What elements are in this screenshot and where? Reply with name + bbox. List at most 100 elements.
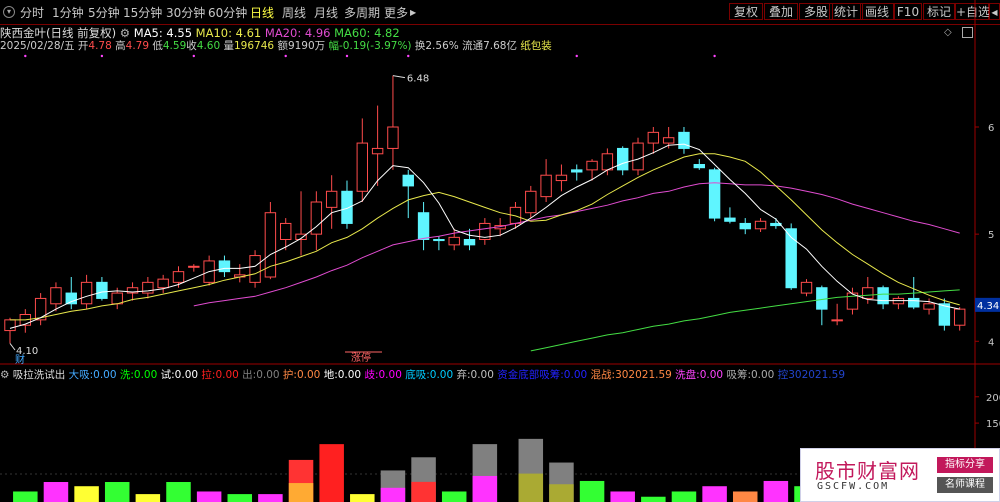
signal-dot: [345, 54, 349, 58]
candle-body[interactable]: [816, 287, 828, 310]
candle-body[interactable]: [371, 147, 384, 155]
candle-body[interactable]: [908, 297, 920, 308]
candle-body[interactable]: [708, 169, 721, 219]
candle-body[interactable]: [249, 255, 261, 283]
indicator-bar: [763, 480, 789, 502]
y-tick-label: 6: [988, 123, 994, 134]
indicator-item: 吸筹:0.00: [723, 369, 775, 381]
indicator-item: 洗:0.00: [116, 369, 158, 381]
candle-body[interactable]: [923, 303, 935, 310]
cai-marker[interactable]: 财: [15, 353, 25, 366]
candle-body[interactable]: [892, 297, 905, 305]
indicator-bar: [610, 491, 635, 502]
candle-body[interactable]: [632, 142, 644, 171]
candle-body[interactable]: [172, 271, 185, 283]
candle-body[interactable]: [402, 174, 414, 187]
candle-body[interactable]: [678, 131, 690, 149]
candle-body[interactable]: [739, 222, 751, 230]
indicator-header: ⚙ 吸拉洗试出 大吸:0.00 洗:0.00 试:0.00 拉:0.00 出:0…: [0, 367, 845, 382]
indicator-bar: [166, 482, 191, 502]
candle-body[interactable]: [586, 160, 598, 171]
indicator-bar: [196, 491, 222, 502]
candle-body[interactable]: [80, 281, 93, 305]
candle-body[interactable]: [433, 239, 445, 242]
candle-body[interactable]: [325, 190, 338, 208]
candle-body[interactable]: [96, 281, 108, 299]
indicator-y-label: 200: [986, 393, 1000, 404]
indicator-bar: [319, 444, 344, 502]
signal-dot: [407, 54, 410, 58]
watermark-logo: 股市财富网 GSCFW.COM 指标分享 名师课程: [800, 448, 1000, 502]
indicator-bar: [702, 486, 727, 502]
indicator-item: 资金底部吸筹:0.00: [493, 369, 588, 381]
candle-body[interactable]: [862, 287, 874, 299]
y-tick-label: 5: [988, 230, 994, 241]
indicator-y-label: 150: [986, 419, 1000, 430]
indicator-bar: [74, 486, 99, 502]
candle-body[interactable]: [111, 292, 123, 305]
candle-body[interactable]: [341, 190, 353, 224]
watermark-tag-course: 名师课程: [937, 477, 993, 493]
indicator-item: 歧:0.00: [361, 369, 402, 381]
indicator-item: 地:0.00: [320, 369, 362, 381]
indicator-bar: [441, 491, 467, 502]
candle-body[interactable]: [218, 260, 231, 273]
candle-body[interactable]: [877, 287, 889, 305]
indicator-bar: [350, 494, 375, 502]
indicator-bar: [13, 491, 38, 502]
indicator-bar: [732, 491, 758, 502]
candle-body[interactable]: [264, 212, 277, 278]
indicator-bar: [579, 480, 605, 502]
candle-body[interactable]: [800, 281, 813, 294]
candle-body[interactable]: [662, 137, 675, 144]
candle-body[interactable]: [540, 174, 552, 198]
candle-body[interactable]: [724, 217, 736, 222]
candle-body[interactable]: [616, 147, 629, 171]
indicator-bar-segment: [518, 473, 544, 502]
zhangting-marker[interactable]: 涨停: [351, 351, 371, 364]
candle-body[interactable]: [417, 212, 430, 240]
candle-body[interactable]: [280, 222, 292, 241]
indicator-bar: [135, 494, 161, 502]
candlestick-chart[interactable]: 6546.484.10财涨停4.34200150: [0, 0, 1000, 502]
candle-body[interactable]: [831, 319, 843, 322]
candle-body[interactable]: [157, 278, 169, 289]
indicator-bar-segment: [288, 483, 314, 502]
signal-dot: [284, 54, 287, 58]
indicator-item: 洗盘:0.00: [671, 369, 724, 381]
indicator-bar: [227, 494, 253, 502]
candle-body[interactable]: [525, 190, 537, 214]
candle-body[interactable]: [356, 142, 369, 192]
y-tick-label: 4: [988, 337, 994, 348]
indicator-name[interactable]: 吸拉洗试出: [13, 369, 66, 381]
indicator-item: 拉:0.00: [198, 369, 239, 381]
signal-dot: [100, 54, 104, 58]
candle-body[interactable]: [953, 308, 966, 326]
indicator-item: 混战:302021.59: [587, 369, 672, 381]
candle-body[interactable]: [555, 174, 568, 182]
indicator-bar-segment: [380, 487, 406, 502]
indicator-settings-icon[interactable]: ⚙: [0, 369, 9, 381]
candle-body[interactable]: [571, 169, 583, 173]
indicator-item: 出:0.00: [238, 369, 280, 381]
watermark-name: 股市财富网: [815, 459, 920, 483]
candle-body[interactable]: [463, 239, 476, 246]
candle-body[interactable]: [4, 319, 16, 332]
watermark-tag-share: 指标分享: [937, 457, 993, 473]
candle-body[interactable]: [448, 236, 460, 246]
indicator-item: 试:0.00: [157, 369, 199, 381]
candle-body[interactable]: [188, 265, 200, 268]
candle-body[interactable]: [65, 292, 77, 305]
indicator-item: 底吸:0.00: [401, 369, 454, 381]
candle-body[interactable]: [50, 287, 62, 305]
candle-body[interactable]: [387, 126, 399, 149]
indicator-bar: [104, 482, 130, 502]
indicator-bar-segment: [411, 481, 436, 502]
candle-body[interactable]: [693, 164, 705, 169]
candle-body[interactable]: [754, 220, 767, 230]
current-price-label: 4.34: [977, 301, 999, 312]
candle-body[interactable]: [601, 153, 614, 171]
candle-body[interactable]: [647, 131, 660, 144]
signal-dot: [713, 54, 716, 58]
indicator-bar: [641, 496, 666, 502]
